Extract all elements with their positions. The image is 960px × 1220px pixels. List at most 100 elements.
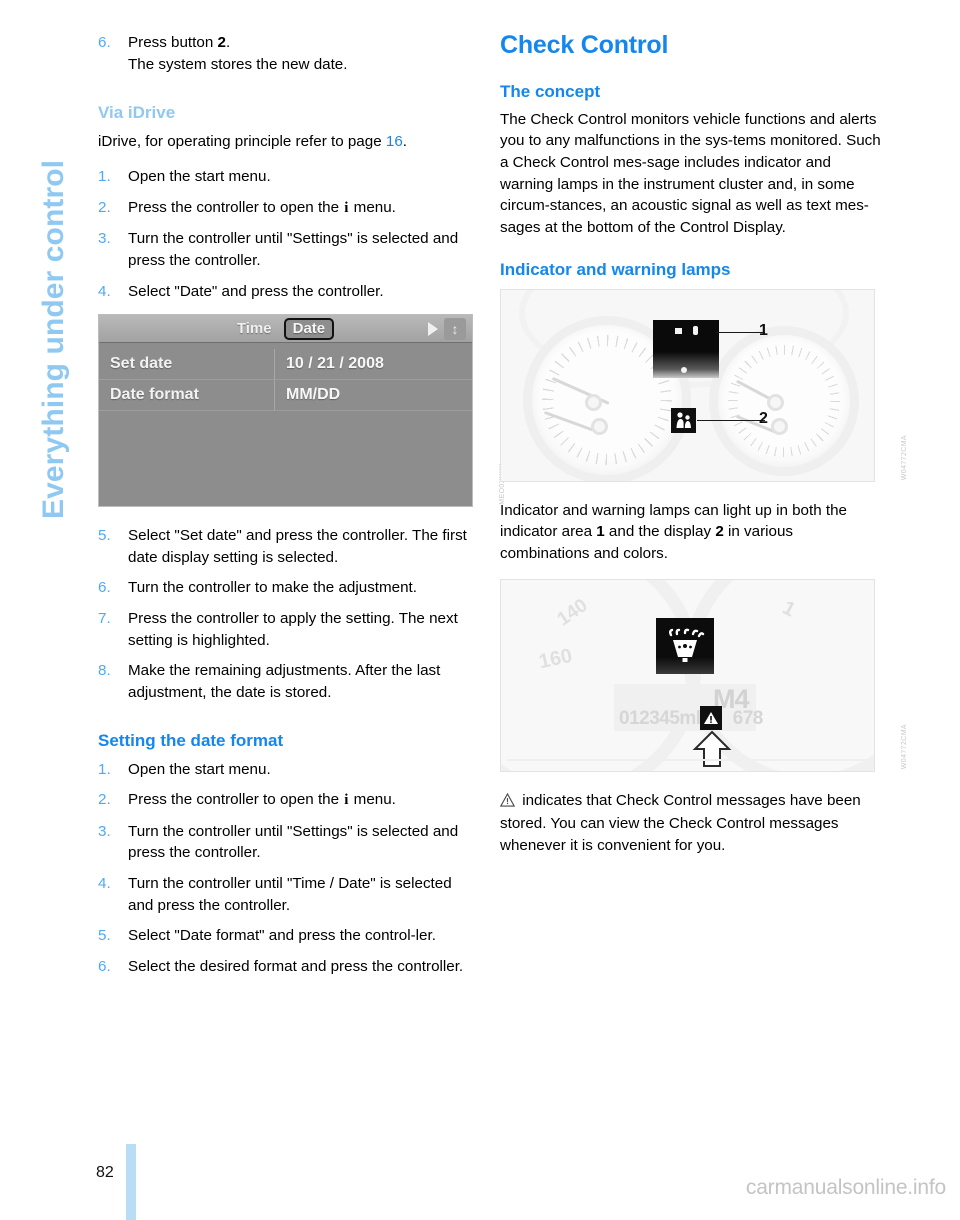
display-closeup-figure: 140 160 1 M4 012345mls 678 W04772CMA — [500, 578, 908, 772]
idrive-bar-icons: ↕ — [428, 315, 466, 343]
warning-note: indicates that Check Control messages ha… — [499, 790, 882, 857]
dial-ticks — [728, 344, 840, 457]
step-number: 1. — [98, 168, 111, 186]
manual-page: Everything under control 6. Press button… — [0, 0, 960, 1220]
step-text: Make the remaining adjustments. After th… — [128, 662, 441, 701]
step-number: 2. — [98, 791, 111, 809]
callout-ref-1: 1 — [596, 523, 605, 541]
step-number: 3. — [98, 822, 111, 840]
list-item: 7. Press the controller to apply the set… — [98, 608, 480, 651]
callout-line-1 — [716, 331, 765, 334]
tab-time[interactable]: Time — [237, 320, 272, 337]
tab-date[interactable]: Date — [283, 317, 335, 340]
indicator-lamp-right-icon — [693, 325, 698, 335]
list-item: 6. Press button 2. The system stores the… — [98, 32, 480, 75]
callout-ref-2: 2 — [715, 523, 724, 541]
concept-body: The Check Control monitors vehicle funct… — [500, 110, 881, 236]
idrive-row-date-format[interactable]: Date format MM/DD — [99, 380, 472, 412]
step-text: Turn the controller until "Time / Date" … — [128, 875, 452, 914]
warning-triangle-icon — [499, 792, 516, 814]
seatbelt-warning-icon — [671, 407, 696, 433]
step-list-continued: 6. Press button 2. The system stores the… — [98, 32, 480, 75]
page-reference-link[interactable]: 16 — [386, 133, 403, 150]
step-text-pre: Press the controller to open the — [128, 791, 344, 809]
heading-setting-date-format: Setting the date format — [98, 731, 284, 751]
figure-credit: W04772CMA — [901, 724, 908, 770]
left-column: 6. Press button 2. The system stores the… — [98, 32, 506, 989]
step-text: Select "Date format" and press the contr… — [128, 927, 436, 945]
idrive-tab-bar: Time Date ↕ — [99, 315, 472, 344]
idrive-settings-list: Set date 10 / 21 / 2008 Date format MM/D… — [99, 343, 472, 412]
indicator-lamp-left-icon — [675, 327, 682, 334]
idrive-intro-post: . — [402, 132, 408, 150]
step-text: Select "Set date" and press the controll… — [128, 527, 467, 566]
up-down-arrows-icon[interactable]: ↕ — [444, 318, 466, 341]
step-number: 2. — [98, 198, 111, 216]
caption-mid: and the display — [604, 523, 716, 541]
chapter-sidebar: Everything under control — [0, 0, 90, 1220]
display-closeup-image: 140 160 1 M4 012345mls 678 — [500, 578, 875, 772]
play-triangle-icon[interactable] — [428, 322, 438, 337]
step-number: 8. — [98, 662, 111, 680]
step-list-after-figure: 5. Select "Set date" and press the contr… — [98, 525, 480, 703]
row-label: Date format — [110, 386, 199, 404]
odometer-value: 012345mls — [619, 707, 711, 729]
idrive-intro: iDrive, for operating principle refer to… — [98, 131, 480, 153]
pointer-arrow-icon — [692, 730, 732, 767]
row-value: MM/DD — [274, 380, 472, 411]
list-item: 4. Select "Date" and press the controlle… — [98, 281, 480, 303]
list-item: 3. Turn the controller until "Settings" … — [98, 228, 480, 271]
warning-note-text: indicates that Check Control messages ha… — [500, 791, 861, 854]
callout-line-2 — [697, 419, 765, 422]
brake-warning-lamp-icon — [656, 617, 714, 674]
step-number: 4. — [98, 282, 111, 300]
step-text-pre: Press the controller to open the — [128, 198, 344, 216]
idrive-row-set-date[interactable]: Set date 10 / 21 / 2008 — [99, 349, 472, 381]
watermark: carmanualsonline.info — [745, 1176, 946, 1199]
list-item: 5. Select "Date format" and press the co… — [98, 925, 480, 947]
step-text: Press button 2. — [128, 34, 230, 51]
list-item: 2. Press the controller to open the i me… — [98, 197, 480, 220]
tachometer-secondary-hub — [771, 417, 788, 435]
row-value: 10 / 21 / 2008 — [274, 349, 472, 380]
page-marker-bar — [126, 1144, 136, 1220]
step-text-post: menu. — [349, 791, 396, 809]
step-text: Turn the controller until "Settings" is … — [128, 822, 459, 862]
tachometer-hub — [767, 393, 784, 411]
figure-credit: W04772CMA — [901, 434, 908, 480]
step-text-pre: Press button — [128, 34, 218, 51]
step-text: Open the start menu. — [128, 760, 271, 778]
list-item: 6. Select the desired format and press t… — [98, 956, 480, 978]
secondary-hub — [591, 417, 608, 435]
step-text-post: . — [225, 34, 231, 51]
list-item: 1. Open the start menu. — [98, 759, 480, 781]
step-number: 6. — [98, 579, 111, 597]
list-item: 4. Turn the controller until "Time / Dat… — [98, 873, 480, 916]
speedometer-hub — [585, 393, 602, 411]
chapter-title: Everything under control — [37, 159, 70, 519]
step-number: 5. — [98, 527, 111, 545]
idrive-screen: Time Date ↕ Set date 10 / 21 / 2008 Date… — [98, 314, 473, 508]
step-number: 7. — [98, 609, 111, 627]
page-title: Check Control — [500, 31, 669, 59]
list-item: 6. Turn the controller to make the adjus… — [98, 577, 480, 599]
step-number: 4. — [98, 875, 111, 893]
list-item: 8. Make the remaining adjustments. After… — [98, 660, 480, 703]
step-list-date-format: 1. Open the start menu. 2. Press the con… — [98, 759, 480, 978]
indicator-lamp-lower-icon — [681, 366, 687, 373]
heading-the-concept: The concept — [500, 81, 601, 101]
step-text: Select "Date" and press the controller. — [128, 282, 384, 300]
step-text: Select the desired format and press the … — [128, 957, 464, 975]
page-number: 82 — [96, 1164, 114, 1181]
instrument-cluster-figure: 1 2 W04772CMA — [500, 288, 908, 482]
page-footer: 82 carmanualsonline.info — [0, 1130, 960, 1220]
heading-indicator-warning-lamps: Indicator and warning lamps — [500, 260, 731, 280]
lamps-caption: Indicator and warning lamps can light up… — [500, 500, 882, 565]
step-text: Press the controller to apply the settin… — [128, 609, 458, 649]
list-item: 3. Turn the controller until "Settings" … — [98, 821, 480, 864]
indicator-area-display — [653, 319, 719, 378]
step-text: Turn the controller to make the adjustme… — [128, 579, 417, 597]
step-list-via-idrive: 1. Open the start menu. 2. Press the con… — [98, 166, 480, 302]
odometer-reading: 012345mls 678 — [619, 708, 763, 730]
check-control-triangle-icon — [700, 705, 722, 730]
